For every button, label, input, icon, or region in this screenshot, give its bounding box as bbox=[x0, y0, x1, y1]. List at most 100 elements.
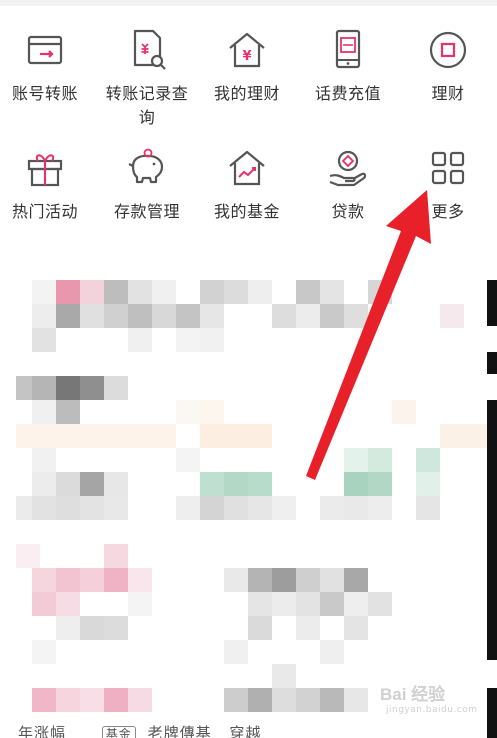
blur-tile bbox=[344, 304, 368, 328]
blur-tile bbox=[200, 328, 224, 352]
blur-tile bbox=[80, 376, 104, 400]
blur-tile bbox=[128, 280, 152, 304]
edge-bar bbox=[487, 352, 497, 374]
menu-label: 话费充值 bbox=[314, 84, 381, 103]
blur-tile bbox=[368, 448, 392, 472]
blur-tile bbox=[248, 496, 272, 520]
blur-tile bbox=[248, 568, 272, 592]
blur-tile bbox=[32, 496, 56, 520]
menu-item-my-wealth[interactable]: ¥ 我的理财 bbox=[197, 28, 297, 106]
blur-tile bbox=[56, 472, 80, 496]
blur-tile bbox=[416, 448, 440, 472]
blur-tile bbox=[344, 568, 368, 592]
loan-hand-icon bbox=[329, 150, 367, 187]
blur-tile bbox=[200, 280, 224, 304]
blur-tile bbox=[104, 304, 128, 328]
blur-tile bbox=[248, 688, 272, 712]
menu-item-transfer-records[interactable]: 转账记录查询 bbox=[97, 28, 197, 130]
blur-tile bbox=[272, 688, 296, 712]
blur-tile bbox=[32, 688, 56, 712]
phone-recharge-icon bbox=[335, 29, 361, 69]
blur-tile bbox=[296, 688, 320, 712]
blur-tile bbox=[296, 592, 320, 616]
blur-tile bbox=[152, 280, 176, 304]
blur-tile bbox=[200, 496, 224, 520]
blur-tile bbox=[296, 280, 320, 304]
blur-tile bbox=[440, 424, 488, 448]
menu-row-2: 热门活动 存款管理 我的基金 贷款 更多 bbox=[0, 146, 497, 266]
fund-badge: 基金 bbox=[101, 726, 136, 738]
svg-text:¥: ¥ bbox=[242, 49, 251, 64]
menu-item-phone-recharge[interactable]: 话费充值 bbox=[298, 28, 398, 106]
menu-item-hot-events[interactable]: 热门活动 bbox=[0, 146, 95, 224]
blur-tile bbox=[224, 568, 248, 592]
blur-tile bbox=[128, 328, 152, 352]
blur-tile bbox=[224, 280, 248, 304]
gift-icon bbox=[27, 154, 63, 187]
menu-label: 热门活动 bbox=[11, 202, 78, 221]
menu-item-my-fund[interactable]: 我的基金 bbox=[197, 146, 297, 224]
blur-tile bbox=[32, 568, 56, 592]
blur-tile bbox=[128, 592, 152, 616]
blur-tile bbox=[248, 616, 272, 640]
blur-tile bbox=[320, 496, 344, 520]
blur-tile bbox=[200, 424, 272, 448]
blur-tile bbox=[80, 472, 104, 496]
blur-tile bbox=[32, 328, 56, 352]
menu-label: 我的基金 bbox=[213, 202, 280, 221]
bottom-fund-row: 年涨幅 基金 老牌傳基 穿越 bbox=[18, 722, 261, 738]
blur-tile bbox=[224, 640, 248, 664]
blur-tile bbox=[344, 688, 368, 712]
my-wealth-house-icon: ¥ bbox=[229, 32, 265, 68]
blur-tile bbox=[248, 592, 272, 616]
blur-tile bbox=[80, 496, 104, 520]
menu-item-loan[interactable]: 贷款 bbox=[298, 146, 398, 224]
blur-tile bbox=[32, 448, 56, 472]
blur-tile bbox=[224, 472, 248, 496]
blur-tile bbox=[320, 568, 344, 592]
blur-tile bbox=[56, 376, 80, 400]
blur-tile bbox=[272, 568, 296, 592]
fund-house-chart-icon bbox=[229, 150, 265, 186]
blur-tile bbox=[80, 568, 104, 592]
blur-tile bbox=[344, 472, 368, 496]
blur-tile bbox=[104, 472, 128, 496]
menu-item-account-transfer[interactable]: 账号转账 bbox=[0, 28, 95, 106]
blur-tile bbox=[272, 592, 296, 616]
wealth-circle-icon bbox=[429, 31, 467, 69]
blur-tile bbox=[32, 400, 56, 424]
blur-tile bbox=[176, 448, 200, 472]
blur-tile bbox=[32, 304, 56, 328]
blur-tile bbox=[56, 400, 80, 424]
blur-tile bbox=[344, 616, 368, 640]
blur-tile bbox=[176, 496, 200, 520]
menu-label: 更多 bbox=[431, 202, 465, 221]
account-transfer-icon bbox=[27, 35, 63, 65]
blur-tile bbox=[104, 544, 128, 568]
transfer-record-search-icon bbox=[133, 29, 166, 70]
menu-item-more[interactable]: 更多 bbox=[398, 146, 497, 224]
more-grid-icon bbox=[431, 151, 465, 185]
menu-label: 账号转账 bbox=[11, 84, 78, 103]
blur-tile bbox=[320, 304, 344, 328]
blur-tile bbox=[80, 280, 104, 304]
blur-tile bbox=[104, 568, 128, 592]
blur-tile bbox=[320, 280, 344, 304]
blur-tile bbox=[320, 592, 344, 616]
menu-item-deposit-management[interactable]: 存款管理 bbox=[97, 146, 197, 224]
blur-tile bbox=[56, 304, 80, 328]
blur-tile bbox=[104, 688, 128, 712]
blur-tile bbox=[200, 400, 224, 424]
blur-tile bbox=[368, 496, 392, 520]
menu-item-wealth[interactable]: 理财 bbox=[398, 28, 497, 106]
blur-tile bbox=[176, 304, 200, 328]
menu-label: 转账记录查询 bbox=[105, 84, 189, 127]
blur-tile bbox=[104, 280, 128, 304]
blur-tile bbox=[56, 568, 80, 592]
menu-label: 贷款 bbox=[331, 202, 365, 221]
app-screen: 账号转账 转账记录查询 ¥ 我的理财 话费充值 理财 热门活动 存款管理 我的基… bbox=[0, 0, 497, 738]
blur-tile bbox=[320, 688, 344, 712]
blur-tile bbox=[272, 304, 296, 328]
edge-bar bbox=[487, 688, 497, 738]
blur-tile bbox=[392, 400, 416, 424]
